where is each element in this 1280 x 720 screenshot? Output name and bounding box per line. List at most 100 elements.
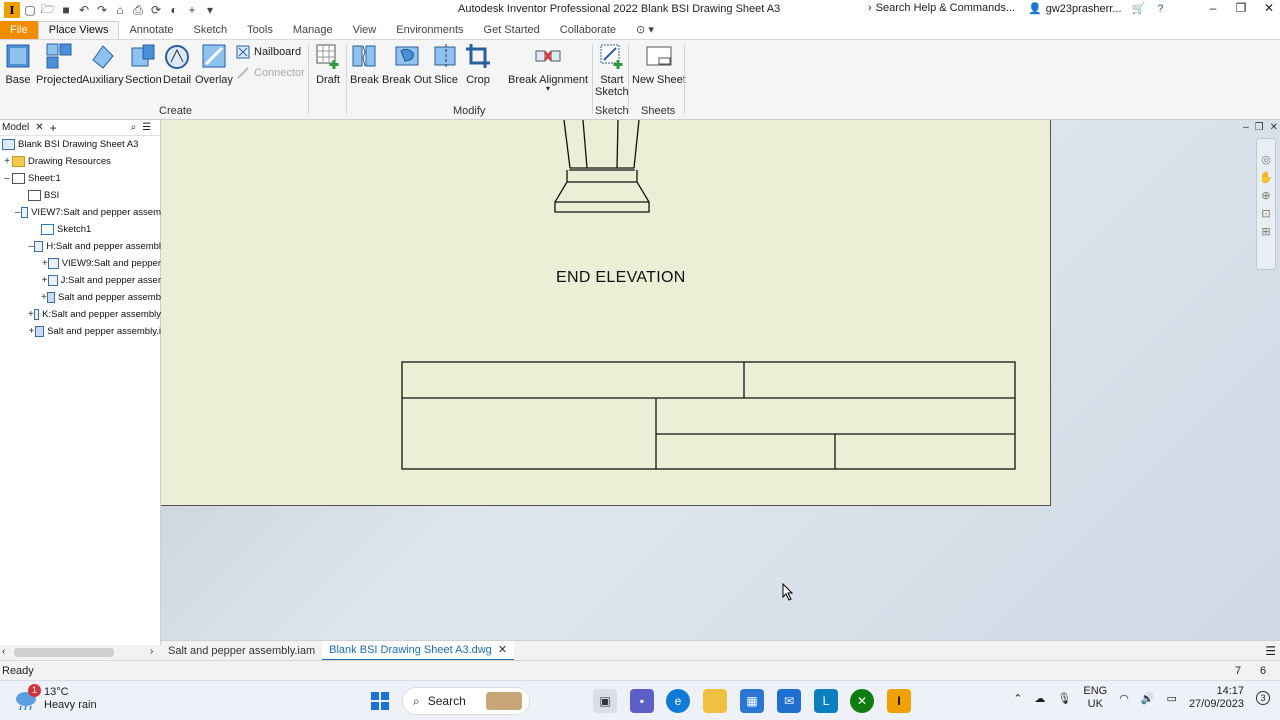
add-icon[interactable]: + bbox=[184, 2, 200, 18]
ribbon-options-icon[interactable]: ⊙ ▾ bbox=[626, 21, 664, 39]
tree-item-h-view[interactable]: – H:Salt and pepper assembl bbox=[0, 238, 161, 254]
expand-icon[interactable]: + bbox=[28, 326, 35, 337]
crop-button[interactable]: Crop bbox=[464, 42, 492, 86]
minimize-icon[interactable]: – bbox=[1243, 122, 1249, 133]
overlay-button[interactable]: Overlay bbox=[195, 42, 233, 86]
browser-tab-model[interactable]: Model bbox=[2, 122, 29, 133]
nailboard-button[interactable]: Nailboard bbox=[236, 45, 301, 59]
tab-environments[interactable]: Environments bbox=[386, 22, 473, 39]
customize-dropdown-icon[interactable]: ▾ bbox=[202, 2, 218, 18]
chevron-up-icon[interactable]: ⌃ bbox=[1013, 692, 1022, 705]
zoom-icon[interactable]: ⊕ bbox=[1259, 189, 1273, 203]
section-button[interactable]: Section bbox=[125, 42, 162, 86]
new-sheet-button[interactable]: New Sheet bbox=[632, 42, 686, 86]
draft-button[interactable]: Draft bbox=[314, 42, 342, 86]
tab-manage[interactable]: Manage bbox=[283, 22, 343, 39]
scrollbar-thumb[interactable] bbox=[14, 648, 114, 657]
mail-icon[interactable]: ✉ bbox=[777, 689, 801, 713]
tree-item-sheet[interactable]: – Sheet:1 bbox=[0, 170, 161, 186]
view-label[interactable]: END ELEVATION bbox=[556, 269, 686, 287]
tree-item-sketch1[interactable]: Sketch1 bbox=[0, 221, 161, 237]
steering-wheel-icon[interactable]: ◎ bbox=[1259, 153, 1273, 167]
menu-icon[interactable]: ☰ bbox=[1265, 644, 1276, 658]
battery-icon[interactable]: ▭ bbox=[1167, 692, 1177, 705]
projected-button[interactable]: Projected bbox=[36, 42, 82, 86]
break-alignment-button[interactable]: Break Alignment ▾ bbox=[508, 42, 588, 93]
tab-tools[interactable]: Tools bbox=[237, 22, 283, 39]
browser-scrollbar[interactable]: ‹ › bbox=[0, 645, 161, 660]
drawing-canvas[interactable]: END ELEVATION – ❐ ✕ ◎ ✋ ⊕ ⊡ ⊞ bbox=[161, 120, 1280, 640]
home-icon[interactable]: ⌂ bbox=[112, 2, 128, 18]
tree-item-view7[interactable]: – VIEW7:Salt and pepper assem bbox=[0, 204, 161, 220]
cart-icon[interactable]: 🛒 bbox=[1132, 2, 1146, 15]
restore-icon[interactable]: ❐ bbox=[1255, 122, 1264, 133]
xbox-icon[interactable]: ✕ bbox=[850, 689, 874, 713]
zoom-selected-icon[interactable]: ⊞ bbox=[1259, 225, 1273, 239]
end-elevation-view[interactable] bbox=[161, 120, 1051, 506]
auxiliary-button[interactable]: Auxiliary bbox=[82, 42, 124, 86]
tab-get-started[interactable]: Get Started bbox=[474, 22, 550, 39]
base-button[interactable]: Base bbox=[4, 42, 32, 86]
tree-item-root[interactable]: Blank BSI Drawing Sheet A3 bbox=[0, 136, 161, 152]
tab-annotate[interactable]: Annotate bbox=[119, 22, 183, 39]
weather-widget[interactable]: 1 13°C Heavy rain bbox=[14, 684, 97, 712]
menu-icon[interactable]: ☰ bbox=[142, 122, 151, 133]
save-icon[interactable]: ■ bbox=[58, 2, 74, 18]
language-indicator[interactable]: ENG UK bbox=[1083, 685, 1107, 711]
tree-item-bsi[interactable]: BSI bbox=[0, 187, 161, 203]
chevron-down-icon[interactable]: ▾ bbox=[546, 85, 550, 93]
collapse-icon[interactable]: – bbox=[2, 173, 12, 184]
expand-icon[interactable]: + bbox=[41, 258, 48, 269]
restore-icon[interactable]: ❐ bbox=[1234, 1, 1248, 15]
help-search[interactable]: › Search Help & Commands... bbox=[868, 2, 1015, 14]
expand-icon[interactable]: + bbox=[2, 156, 12, 167]
zoom-window-icon[interactable]: ⊡ bbox=[1259, 207, 1273, 221]
expand-icon[interactable]: + bbox=[41, 275, 48, 286]
tree-item-k-view[interactable]: + K:Salt and pepper assembly bbox=[0, 306, 161, 322]
doc-tab-assembly[interactable]: Salt and pepper assembly.iam bbox=[161, 641, 322, 661]
help-search-input[interactable]: Search Help & Commands... bbox=[876, 2, 1015, 14]
close-icon[interactable]: ✕ bbox=[35, 122, 43, 133]
material-icon[interactable]: ◐ bbox=[166, 2, 182, 18]
inventor-taskbar-icon[interactable]: I bbox=[887, 689, 911, 713]
teams-chat-icon[interactable]: ▪ bbox=[630, 689, 654, 713]
close-icon[interactable]: ✕ bbox=[1262, 1, 1276, 15]
wifi-icon[interactable]: ◠ bbox=[1119, 692, 1129, 705]
onedrive-cloud-icon[interactable]: ☁ bbox=[1034, 692, 1045, 705]
volume-icon[interactable]: 🔊 bbox=[1141, 692, 1155, 705]
tree-item-drawing-resources[interactable]: + Drawing Resources bbox=[0, 153, 161, 169]
tree-item-view9[interactable]: + VIEW9:Salt and pepper bbox=[0, 255, 161, 271]
tree-item-assembly[interactable]: + Salt and pepper assembly.i bbox=[0, 323, 161, 339]
pan-icon[interactable]: ✋ bbox=[1259, 171, 1273, 185]
open-folder-icon[interactable]: 🗁 bbox=[40, 2, 56, 18]
lync-app-icon[interactable]: L bbox=[814, 689, 838, 713]
notification-count-badge[interactable]: 3 bbox=[1256, 691, 1270, 705]
task-view-icon[interactable]: ▣ bbox=[593, 689, 617, 713]
user-name[interactable]: gw23prasherr... bbox=[1046, 3, 1122, 15]
clock[interactable]: 14:17 27/09/2023 bbox=[1189, 685, 1244, 711]
inventor-logo-icon[interactable]: I bbox=[4, 2, 20, 18]
doc-tab-drawing[interactable]: Blank BSI Drawing Sheet A3.dwg ✕ bbox=[322, 640, 515, 661]
edge-browser-icon[interactable]: e bbox=[666, 689, 690, 713]
tree-item-j-view[interactable]: + J:Salt and pepper asser bbox=[0, 272, 161, 288]
taskbar-search[interactable]: ⌕ Search bbox=[402, 687, 530, 715]
close-icon[interactable]: ✕ bbox=[498, 643, 507, 656]
search-icon[interactable]: ⌕ bbox=[131, 122, 137, 133]
scroll-right-icon[interactable]: › bbox=[150, 646, 153, 657]
connector-button[interactable]: Connector bbox=[236, 66, 305, 80]
tab-file[interactable]: File bbox=[0, 21, 38, 39]
tab-sketch[interactable]: Sketch bbox=[184, 22, 238, 39]
print-icon[interactable]: ⎙ bbox=[130, 2, 146, 18]
help-icon[interactable]: ? bbox=[1157, 3, 1163, 15]
microphone-icon[interactable]: 🎙 bbox=[1057, 692, 1071, 705]
drawing-sheet[interactable]: END ELEVATION bbox=[161, 120, 1051, 506]
new-file-icon[interactable]: ▢ bbox=[22, 2, 38, 18]
slice-button[interactable]: Slice bbox=[432, 42, 460, 86]
tree-item-assembly-sub[interactable]: + Salt and pepper assemb bbox=[0, 289, 161, 305]
scroll-left-icon[interactable]: ‹ bbox=[2, 646, 5, 657]
windows-start-icon[interactable] bbox=[368, 689, 392, 713]
undo-icon[interactable]: ↶ bbox=[76, 2, 92, 18]
update-icon[interactable]: ⟳ bbox=[148, 2, 164, 18]
microsoft-store-icon[interactable]: ▦ bbox=[740, 689, 764, 713]
redo-icon[interactable]: ↷ bbox=[94, 2, 110, 18]
